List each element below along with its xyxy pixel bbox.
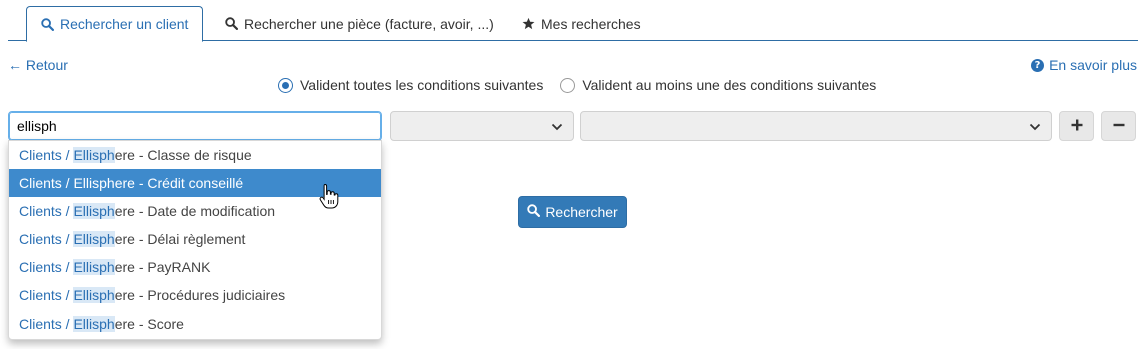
match-condition-group: Valident toutes les conditions suivantes… [278, 77, 893, 93]
minus-icon [1113, 118, 1125, 134]
tab-label: Rechercher une pièce (facture, avoir, ..… [244, 15, 494, 32]
tab-my-searches[interactable]: Mes recherches [508, 6, 655, 41]
radio-button[interactable] [560, 77, 576, 93]
radio-button[interactable] [278, 77, 293, 93]
search-icon [225, 17, 238, 30]
autocomplete-dropdown: Clients / Ellisphere - Classe de risque … [8, 140, 382, 340]
radio-label: Valident au moins une des conditions sui… [582, 77, 877, 93]
search-tabs: Rechercher un client Rechercher une pièc… [8, 6, 1138, 42]
hand-cursor-icon [319, 183, 339, 212]
search-button[interactable]: Rechercher [518, 196, 627, 228]
tab-label: Mes recherches [541, 15, 641, 32]
question-circle-icon: ? [1031, 58, 1045, 72]
plus-icon [1071, 118, 1083, 134]
search-button-label: Rechercher [545, 204, 618, 220]
suggestion-item[interactable]: Clients / Ellisphere - Score [9, 309, 381, 339]
radio-any-condition[interactable]: Valident au moins une des conditions sui… [560, 77, 876, 93]
tab-search-client[interactable]: Rechercher un client [26, 6, 204, 42]
remove-criterion-button[interactable] [1101, 111, 1136, 141]
help-link[interactable]: ? En savoir plus [1031, 57, 1137, 73]
tab-search-document[interactable]: Rechercher une pièce (facture, avoir, ..… [211, 6, 508, 41]
help-label: En savoir plus [1049, 57, 1137, 73]
value-select[interactable] [580, 111, 1052, 141]
add-criterion-button[interactable] [1059, 111, 1094, 141]
tab-label: Rechercher un client [60, 16, 189, 32]
field-search-input[interactable] [8, 111, 382, 141]
suggestion-item[interactable]: Clients / Ellisphere - Classe de risque [9, 141, 381, 169]
suggestion-item[interactable]: Clients / Ellisphere - Procédures judici… [9, 281, 381, 309]
radio-label: Valident toutes les conditions suivantes [300, 77, 544, 93]
operator-select[interactable] [390, 111, 574, 141]
back-link[interactable]: ← Retour [8, 57, 68, 73]
chevron-down-icon [1029, 118, 1041, 134]
suggestion-item[interactable]: Clients / Ellisphere - Délai règlement [9, 225, 381, 253]
search-icon [41, 17, 54, 31]
chevron-down-icon [551, 118, 563, 134]
star-icon [522, 17, 535, 30]
radio-all-conditions[interactable]: Valident toutes les conditions suivantes [278, 77, 543, 93]
search-icon [527, 204, 541, 220]
suggestion-item[interactable]: Clients / Ellisphere - PayRANK [9, 253, 381, 281]
